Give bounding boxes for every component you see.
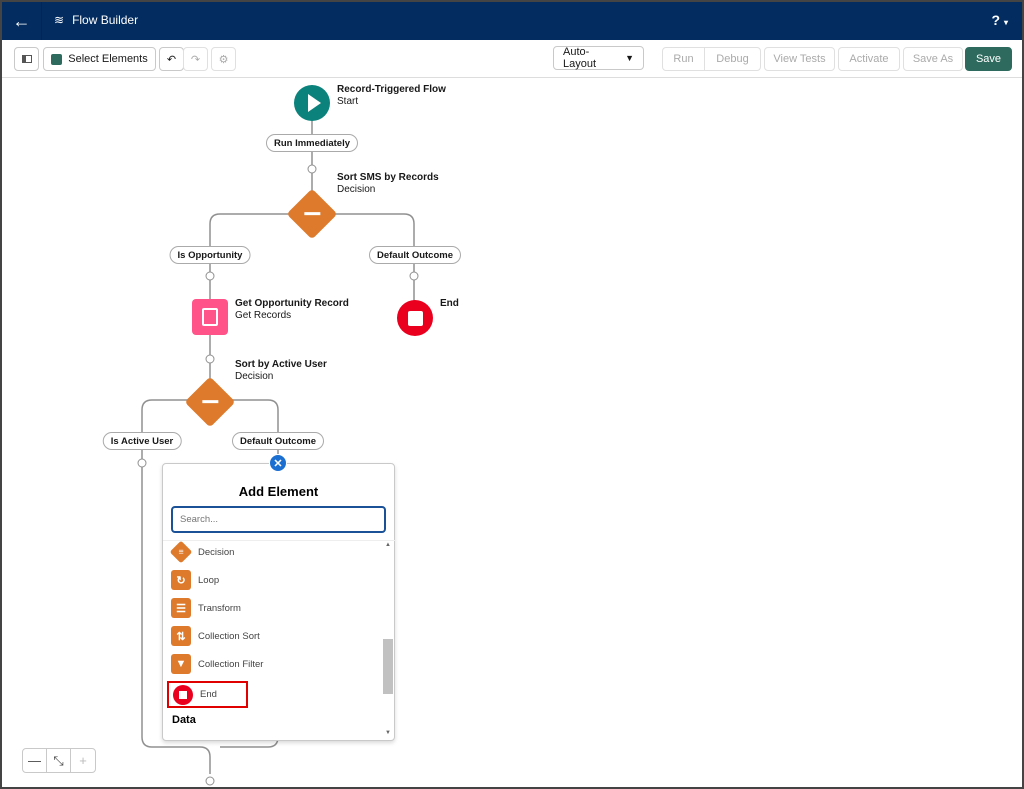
end-label: End: [440, 298, 459, 309]
popover-title: Add Element: [238, 484, 319, 499]
loop-icon: ↻: [171, 570, 191, 590]
zoom-controls: — ⤡ +: [22, 748, 96, 773]
decision-icon: [304, 212, 321, 216]
start-label: Record-Triggered Flow Start: [337, 84, 446, 107]
get-records-icon: [202, 308, 218, 326]
zoom-out-button[interactable]: —: [23, 749, 47, 772]
section-heading-data: Data: [172, 714, 196, 726]
get-records-node[interactable]: [192, 299, 228, 335]
connector-dot: [205, 776, 215, 786]
list-scrollbar[interactable]: ▲ ▼: [383, 542, 393, 736]
zoom-in-button[interactable]: +: [71, 749, 95, 772]
decision-icon: [202, 400, 219, 404]
item-label: Collection Sort: [198, 630, 260, 642]
sort-icon: ⇅: [171, 626, 191, 646]
element-item-loop[interactable]: ↻ Loop: [171, 569, 219, 591]
connector-dot: [205, 354, 215, 364]
decision2-label: Sort by Active User Decision: [235, 359, 327, 382]
decision1-label: Sort SMS by Records Decision: [337, 172, 439, 195]
element-item-decision[interactable]: ≡ Decision: [169, 540, 235, 564]
item-label: Collection Filter: [198, 658, 264, 670]
connector-dot: [307, 164, 317, 174]
end-node[interactable]: [397, 300, 433, 336]
scrollbar-thumb[interactable]: [383, 639, 393, 694]
transform-icon: ☰: [171, 598, 191, 618]
stop-icon: [407, 310, 423, 326]
close-icon: ✕: [273, 457, 283, 470]
outcome-default-1[interactable]: Default Outcome: [368, 246, 462, 264]
item-label: Transform: [198, 602, 241, 614]
element-item-end[interactable]: End: [167, 681, 248, 708]
close-popover-button[interactable]: ✕: [269, 454, 287, 472]
element-search-input[interactable]: [171, 506, 386, 533]
item-label: Decision: [198, 546, 235, 558]
element-item-collection-sort[interactable]: ⇅ Collection Sort: [171, 625, 260, 647]
add-element-popover: Add Element ≡ Decision ↻ Loop ☰ Transform ⇅…: [162, 463, 396, 741]
filter-icon: ▼: [171, 654, 191, 674]
outcome-default-2[interactable]: Default Outcome: [231, 432, 325, 450]
run-immediately-pill[interactable]: Run Immediately: [265, 134, 359, 152]
decision-icon: ≡: [169, 540, 193, 564]
item-label: End: [200, 689, 217, 700]
start-node[interactable]: [294, 85, 330, 121]
get-records-label: Get Opportunity Record Get Records: [235, 298, 349, 321]
play-icon: [307, 94, 321, 112]
element-item-transform[interactable]: ☰ Transform: [171, 597, 241, 619]
element-item-collection-filter[interactable]: ▼ Collection Filter: [171, 653, 263, 675]
connector-dot: [409, 271, 419, 281]
connector-dot: [137, 458, 147, 468]
fit-view-button[interactable]: ⤡: [47, 749, 71, 772]
outcome-is-active-user[interactable]: Is Active User: [102, 432, 182, 450]
flow-connectors: [137, 120, 419, 786]
connector-dot: [205, 271, 215, 281]
outcome-is-opportunity[interactable]: Is Opportunity: [169, 246, 251, 264]
element-list: ≡ Decision ↻ Loop ☰ Transform ⇅ Collection S…: [163, 540, 396, 726]
end-icon: [173, 684, 193, 705]
item-label: Loop: [198, 574, 220, 586]
